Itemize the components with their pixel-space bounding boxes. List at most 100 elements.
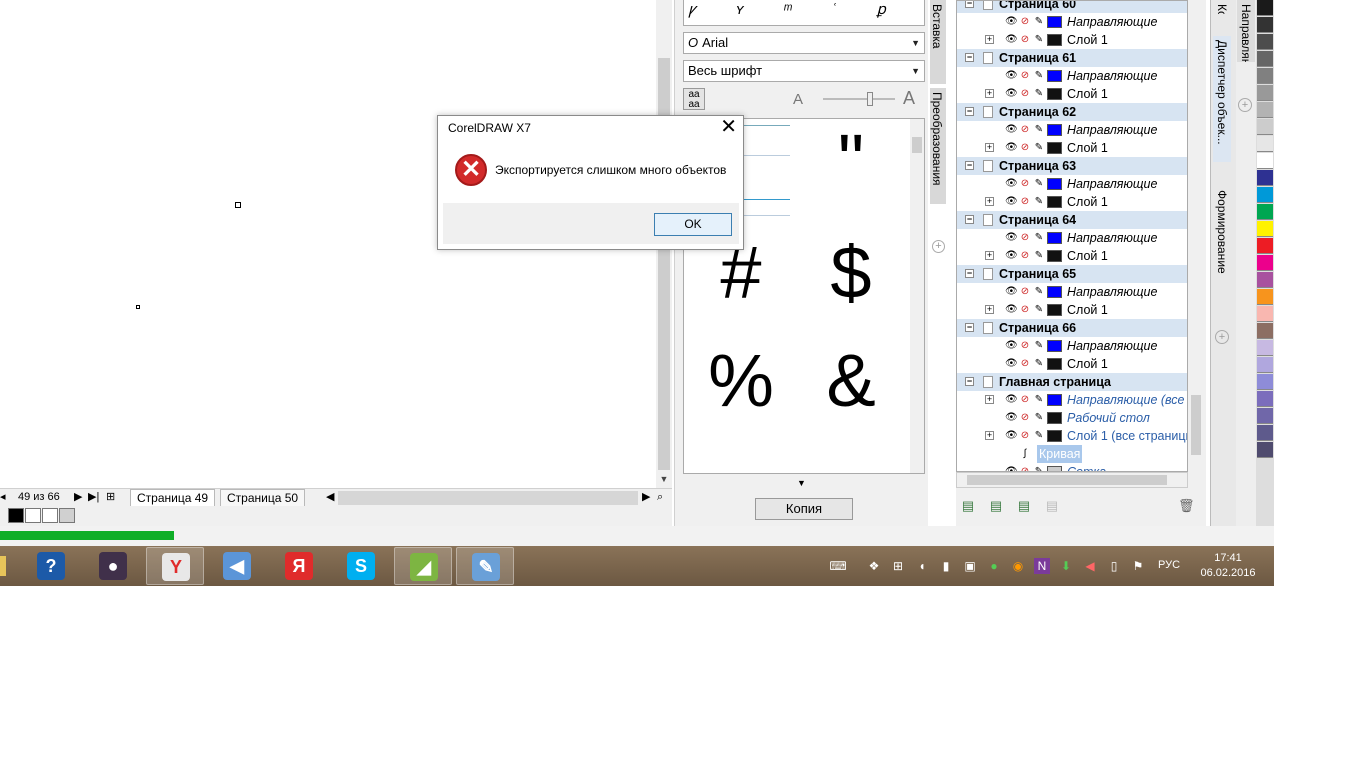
expand-icon[interactable]: + [985,251,994,260]
layer-color-swatch[interactable] [1047,124,1062,136]
palette-color-swatch[interactable] [1257,238,1273,254]
print-icon[interactable]: ⊘ [1019,412,1031,424]
new-master-layer-all-icon[interactable]: ▤ [1016,498,1032,514]
palette-color-swatch[interactable] [1257,306,1273,322]
tree-layer-row[interactable]: 👁 ⊘ ✎ Сетка [957,463,1187,471]
avast-icon[interactable]: ◉ [1010,558,1026,574]
new-master-layer-icon[interactable]: ▤ [988,498,1004,514]
eye-icon[interactable]: 👁 [1005,88,1018,100]
expand-icon[interactable]: + [985,305,994,314]
collapse-icon[interactable]: − [965,269,974,278]
taskbar-app-sound[interactable]: ◀ [208,547,266,585]
palette-color-swatch[interactable] [1257,119,1273,135]
collapse-icon[interactable]: − [965,107,974,116]
horizontal-scrollbar[interactable] [338,491,638,505]
layer-color-swatch[interactable] [1047,70,1062,82]
print-icon[interactable]: ⊘ [1019,286,1031,298]
onenote-icon[interactable]: N [1034,558,1050,574]
eye-icon[interactable]: 👁 [1005,34,1018,46]
pencil-icon[interactable]: ✎ [1033,178,1045,190]
palette-color-swatch[interactable] [1257,357,1273,373]
pencil-icon[interactable]: ✎ [1033,88,1045,100]
tree-layer-row[interactable]: 👁 ⊘ ✎ Слой 1 [957,355,1187,373]
tree-layer-row[interactable]: 👁 ⊘ ✎ Направляющие [957,229,1187,247]
layer-color-swatch[interactable] [1047,430,1062,442]
pencil-icon[interactable]: ✎ [1033,16,1045,28]
layer-color-swatch[interactable] [1047,16,1062,28]
palette-color-swatch[interactable] [1257,204,1273,220]
palette-color-swatch[interactable] [1257,170,1273,186]
download-icon[interactable]: ⬇ [1058,558,1074,574]
print-icon[interactable]: ⊘ [1019,394,1031,406]
taskbar-app-skype[interactable]: S [332,547,390,585]
layer-color-swatch[interactable] [1047,358,1062,370]
ok-button[interactable]: OK [654,213,732,236]
print-icon[interactable]: ⊘ [1019,70,1031,82]
swatch[interactable] [42,508,58,523]
tree-layer-row[interactable]: + 👁 ⊘ ✎ Слой 1 [957,85,1187,103]
zoom-icon[interactable]: ⌕ [657,490,663,505]
scrollbar-thumb[interactable] [967,475,1167,485]
tab-guides[interactable]: Направляющие [1237,0,1255,62]
palette-color-swatch[interactable] [1257,187,1273,203]
tree-page-row[interactable]: − Страница 63 [957,157,1187,175]
palette-color-swatch[interactable] [1257,442,1273,458]
palette-color-swatch[interactable] [1257,425,1273,441]
tree-layer-row[interactable]: + 👁 ⊘ ✎ Слой 1 [957,301,1187,319]
new-layer-icon[interactable]: ▤ [960,498,976,514]
print-icon[interactable]: ⊘ [1019,304,1031,316]
layer-color-swatch[interactable] [1047,232,1062,244]
object-tree[interactable]: − Страница 60 👁 ⊘ ✎ Направляющие + 👁 ⊘ ✎ Слой 1− Ст… [956,0,1188,472]
volume-icon[interactable]: ◀ [1082,558,1098,574]
layer-color-swatch[interactable] [1047,394,1062,406]
pencil-icon[interactable]: ✎ [1033,430,1045,442]
print-icon[interactable]: ⊘ [1019,142,1031,154]
print-icon[interactable]: ⊘ [1019,88,1031,100]
layer-color-swatch[interactable] [1047,142,1062,154]
tree-page-row[interactable]: − Страница 60 [957,1,1187,13]
eye-icon[interactable]: 👁 [1005,394,1018,406]
eye-icon[interactable]: 👁 [1005,124,1018,136]
palette-color-swatch[interactable] [1257,289,1273,305]
delete-icon[interactable]: 🗑 [1178,498,1195,514]
eye-icon[interactable]: 👁 [1005,430,1018,442]
collapse-icon[interactable]: − [965,323,974,332]
print-icon[interactable]: ⊘ [1019,358,1031,370]
eye-icon[interactable]: 👁 [1005,250,1018,262]
tree-layer-row[interactable]: 👁 ⊘ ✎ Направляющие [957,67,1187,85]
palette-color-swatch[interactable] [1257,0,1273,16]
palette-color-swatch[interactable] [1257,374,1273,390]
tab-insert-character[interactable]: Вставка символа [930,0,946,84]
selection-handle[interactable] [136,305,140,309]
pencil-icon[interactable]: ✎ [1033,124,1045,136]
glyph-cell[interactable]: & [796,341,906,421]
add-panel-icon[interactable]: + [1238,98,1252,112]
palette-color-swatch[interactable] [1257,34,1273,50]
tree-layer-row[interactable]: + 👁 ⊘ ✎ Направляющие (все с [957,391,1187,409]
windows-icon[interactable]: ⊞ [890,558,906,574]
expand-icon[interactable]: + [985,143,994,152]
dropbox-icon[interactable]: ❖ [866,558,882,574]
scroll-left-icon[interactable]: ◀ [326,490,334,505]
tree-page-row[interactable]: − Главная страница [957,373,1187,391]
layer-color-swatch[interactable] [1047,34,1062,46]
collapse-icon[interactable]: − [965,1,974,8]
tree-layer-row[interactable]: + 👁 ⊘ ✎ Слой 1 [957,193,1187,211]
layer-color-swatch[interactable] [1047,412,1062,424]
add-page-icon[interactable]: ⊞ [106,490,115,505]
collapse-icon[interactable]: − [965,161,974,170]
explorer-icon[interactable] [0,556,6,576]
tree-layer-row[interactable]: 👁 ⊘ ✎ Направляющие [957,121,1187,139]
pencil-icon[interactable]: ✎ [1033,304,1045,316]
print-icon[interactable]: ⊘ [1019,250,1031,262]
clock[interactable]: 17:41 06.02.2016 [1196,551,1260,581]
eye-icon[interactable]: 👁 [1005,358,1018,370]
scrollbar-thumb[interactable] [1191,395,1201,455]
signal-icon[interactable]: ▮ [938,558,954,574]
expand-icon[interactable]: + [985,197,994,206]
tree-page-row[interactable]: − Страница 64 [957,211,1187,229]
palette-color-swatch[interactable] [1257,391,1273,407]
speaker-icon[interactable]: ◖ [914,558,930,574]
print-icon[interactable]: ⊘ [1019,232,1031,244]
tree-page-row[interactable]: − Страница 65 [957,265,1187,283]
